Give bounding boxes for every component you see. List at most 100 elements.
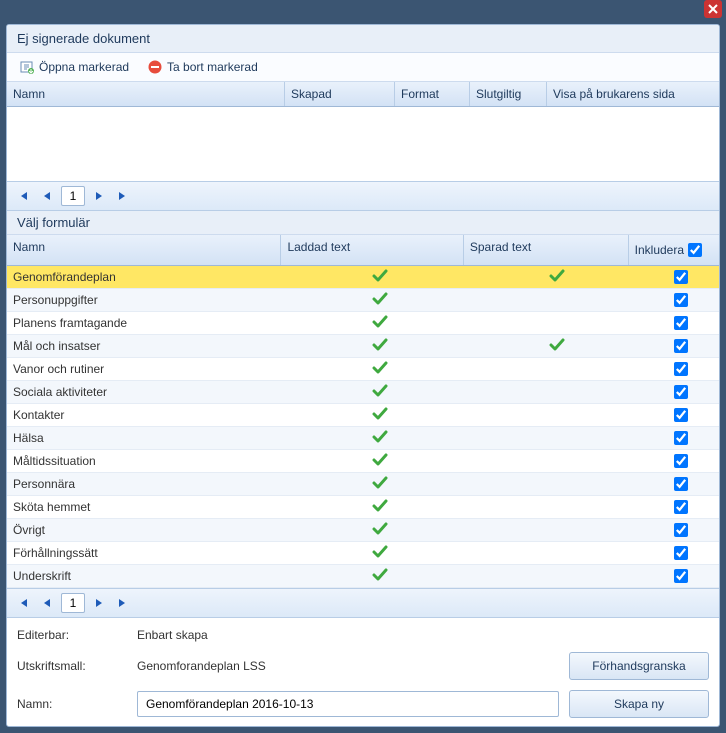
pager-next[interactable] [89, 186, 109, 206]
row-loaded [287, 338, 473, 355]
editable-label: Editerbar: [17, 628, 127, 642]
panel1-title: Ej signerade dokument [7, 25, 719, 53]
row-name: Kontakter [7, 408, 287, 422]
forms-row[interactable]: Planens framtagande [7, 312, 719, 335]
include-checkbox[interactable] [674, 546, 688, 560]
row-include [641, 290, 719, 310]
pager-prev[interactable] [37, 186, 57, 206]
include-checkbox[interactable] [674, 477, 688, 491]
open-selected-label: Öppna markerad [39, 60, 129, 74]
row-loaded [287, 430, 473, 447]
include-checkbox[interactable] [674, 431, 688, 445]
include-all-checkbox[interactable] [688, 243, 702, 257]
row-include [641, 474, 719, 494]
row-saved [473, 269, 641, 286]
forms-row[interactable]: Sköta hemmet [7, 496, 719, 519]
include-checkbox[interactable] [674, 339, 688, 353]
forms-grid-header: Namn Laddad text Sparad text Inkludera [7, 235, 719, 266]
close-icon [708, 4, 718, 14]
forms-row[interactable]: Övrigt [7, 519, 719, 542]
delete-icon [147, 59, 163, 75]
forms-row[interactable]: Personnära [7, 473, 719, 496]
row-include [641, 336, 719, 356]
forms-row[interactable]: Genomförandeplan [7, 266, 719, 289]
preview-button[interactable]: Förhandsgranska [569, 652, 709, 680]
include-checkbox[interactable] [674, 454, 688, 468]
col-name[interactable]: Namn [7, 82, 285, 106]
row-name: Övrigt [7, 523, 287, 537]
include-checkbox[interactable] [674, 385, 688, 399]
include-checkbox[interactable] [674, 293, 688, 307]
row-name: Genomförandeplan [7, 270, 287, 284]
forms-row[interactable]: Kontakter [7, 404, 719, 427]
row-name: Förhållningssätt [7, 546, 287, 560]
pager2-page-input[interactable] [61, 593, 85, 613]
col-created[interactable]: Skapad [285, 82, 395, 106]
fcol-saved[interactable]: Sparad text [464, 235, 629, 265]
row-name: Personnära [7, 477, 287, 491]
forms-row[interactable]: Mål och insatser [7, 335, 719, 358]
pager-last[interactable] [113, 186, 133, 206]
name-input[interactable] [137, 691, 559, 717]
row-include [641, 566, 719, 586]
panel2-pager [7, 588, 719, 618]
open-icon [19, 59, 35, 75]
editable-value: Enbart skapa [137, 628, 709, 642]
row-loaded [287, 568, 473, 585]
col-final[interactable]: Slutgiltig [470, 82, 547, 106]
open-selected-button[interactable]: Öppna markerad [15, 57, 133, 77]
panel1-toolbar: Öppna markerad Ta bort markerad [7, 53, 719, 82]
delete-selected-button[interactable]: Ta bort markerad [143, 57, 262, 77]
fcol-loaded[interactable]: Laddad text [281, 235, 463, 265]
row-name: Måltidssituation [7, 454, 287, 468]
pager-first[interactable] [13, 186, 33, 206]
include-checkbox[interactable] [674, 500, 688, 514]
include-checkbox[interactable] [674, 523, 688, 537]
col-format[interactable]: Format [395, 82, 470, 106]
pager-page-input[interactable] [61, 186, 85, 206]
forms-row[interactable]: Måltidssituation [7, 450, 719, 473]
forms-row[interactable]: Underskrift [7, 565, 719, 588]
pager2-prev[interactable] [37, 593, 57, 613]
row-loaded [287, 522, 473, 539]
include-checkbox[interactable] [674, 316, 688, 330]
forms-row[interactable]: Sociala aktiviteter [7, 381, 719, 404]
template-label: Utskriftsmall: [17, 659, 127, 673]
row-name: Mål och insatser [7, 339, 287, 353]
docs-grid-body [7, 107, 719, 181]
pager2-last[interactable] [113, 593, 133, 613]
row-name: Hälsa [7, 431, 287, 445]
include-checkbox[interactable] [674, 270, 688, 284]
panel2-title: Välj formulär [7, 211, 719, 235]
forms-row[interactable]: Förhållningssätt [7, 542, 719, 565]
col-show[interactable]: Visa på brukarens sida [547, 82, 719, 106]
docs-grid-header: Namn Skapad Format Slutgiltig Visa på br… [7, 82, 719, 107]
row-include [641, 359, 719, 379]
forms-row[interactable]: Hälsa [7, 427, 719, 450]
close-button[interactable] [704, 0, 722, 18]
create-button[interactable]: Skapa ny [569, 690, 709, 718]
forms-row[interactable]: Vanor och rutiner [7, 358, 719, 381]
row-include [641, 497, 719, 517]
row-loaded [287, 453, 473, 470]
include-checkbox[interactable] [674, 408, 688, 422]
pager2-next[interactable] [89, 593, 109, 613]
row-loaded [287, 407, 473, 424]
row-include [641, 543, 719, 563]
row-include [641, 382, 719, 402]
row-loaded [287, 292, 473, 309]
row-include [641, 520, 719, 540]
row-loaded [287, 315, 473, 332]
row-include [641, 313, 719, 333]
delete-selected-label: Ta bort markerad [167, 60, 258, 74]
row-loaded [287, 269, 473, 286]
panel1-pager [7, 181, 719, 211]
pager2-first[interactable] [13, 593, 33, 613]
fcol-include[interactable]: Inkludera [629, 235, 719, 265]
include-checkbox[interactable] [674, 362, 688, 376]
include-checkbox[interactable] [674, 569, 688, 583]
row-name: Personuppgifter [7, 293, 287, 307]
forms-row[interactable]: Personuppgifter [7, 289, 719, 312]
fcol-name[interactable]: Namn [7, 235, 281, 265]
row-include [641, 451, 719, 471]
